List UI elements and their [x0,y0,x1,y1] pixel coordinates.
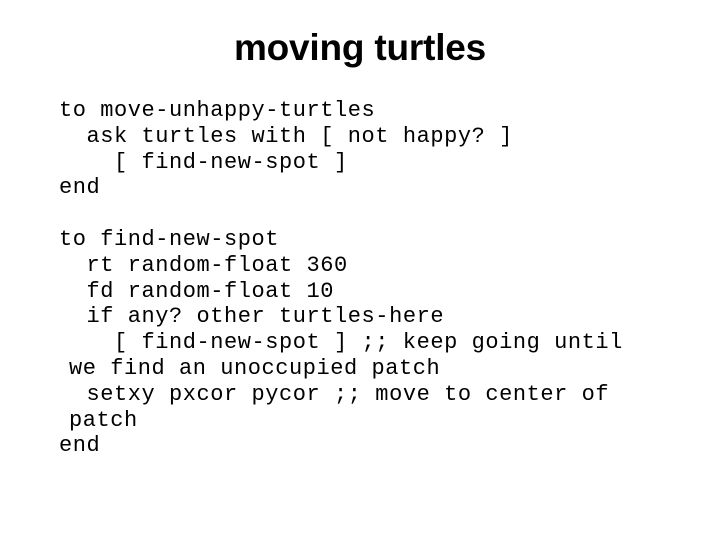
code-line: if any? other turtles-here [59,304,445,330]
code-line: to move-unhappy-turtles [59,98,376,123]
slide: moving turtles to move-unhappy-turtles a… [0,0,720,540]
code-line: [ find-new-spot ] ;; keep going until we… [59,330,637,381]
code-line: to find-new-spot [59,226,280,252]
code-line: [ find-new-spot ] [59,149,348,175]
page-title: moving turtles [233,27,487,68]
code-line: setxy pxcor pycor ;; move to center of p… [59,381,623,433]
code-line: end [59,433,101,459]
code-line: ask turtles with [ not happy? ] [59,123,513,149]
code-line: end [59,175,101,201]
code-line: fd random-float 10 [59,278,335,304]
code-block: to move-unhappy-turtles ask turtles with… [59,98,659,459]
code-line: rt random-float 360 [59,252,348,278]
